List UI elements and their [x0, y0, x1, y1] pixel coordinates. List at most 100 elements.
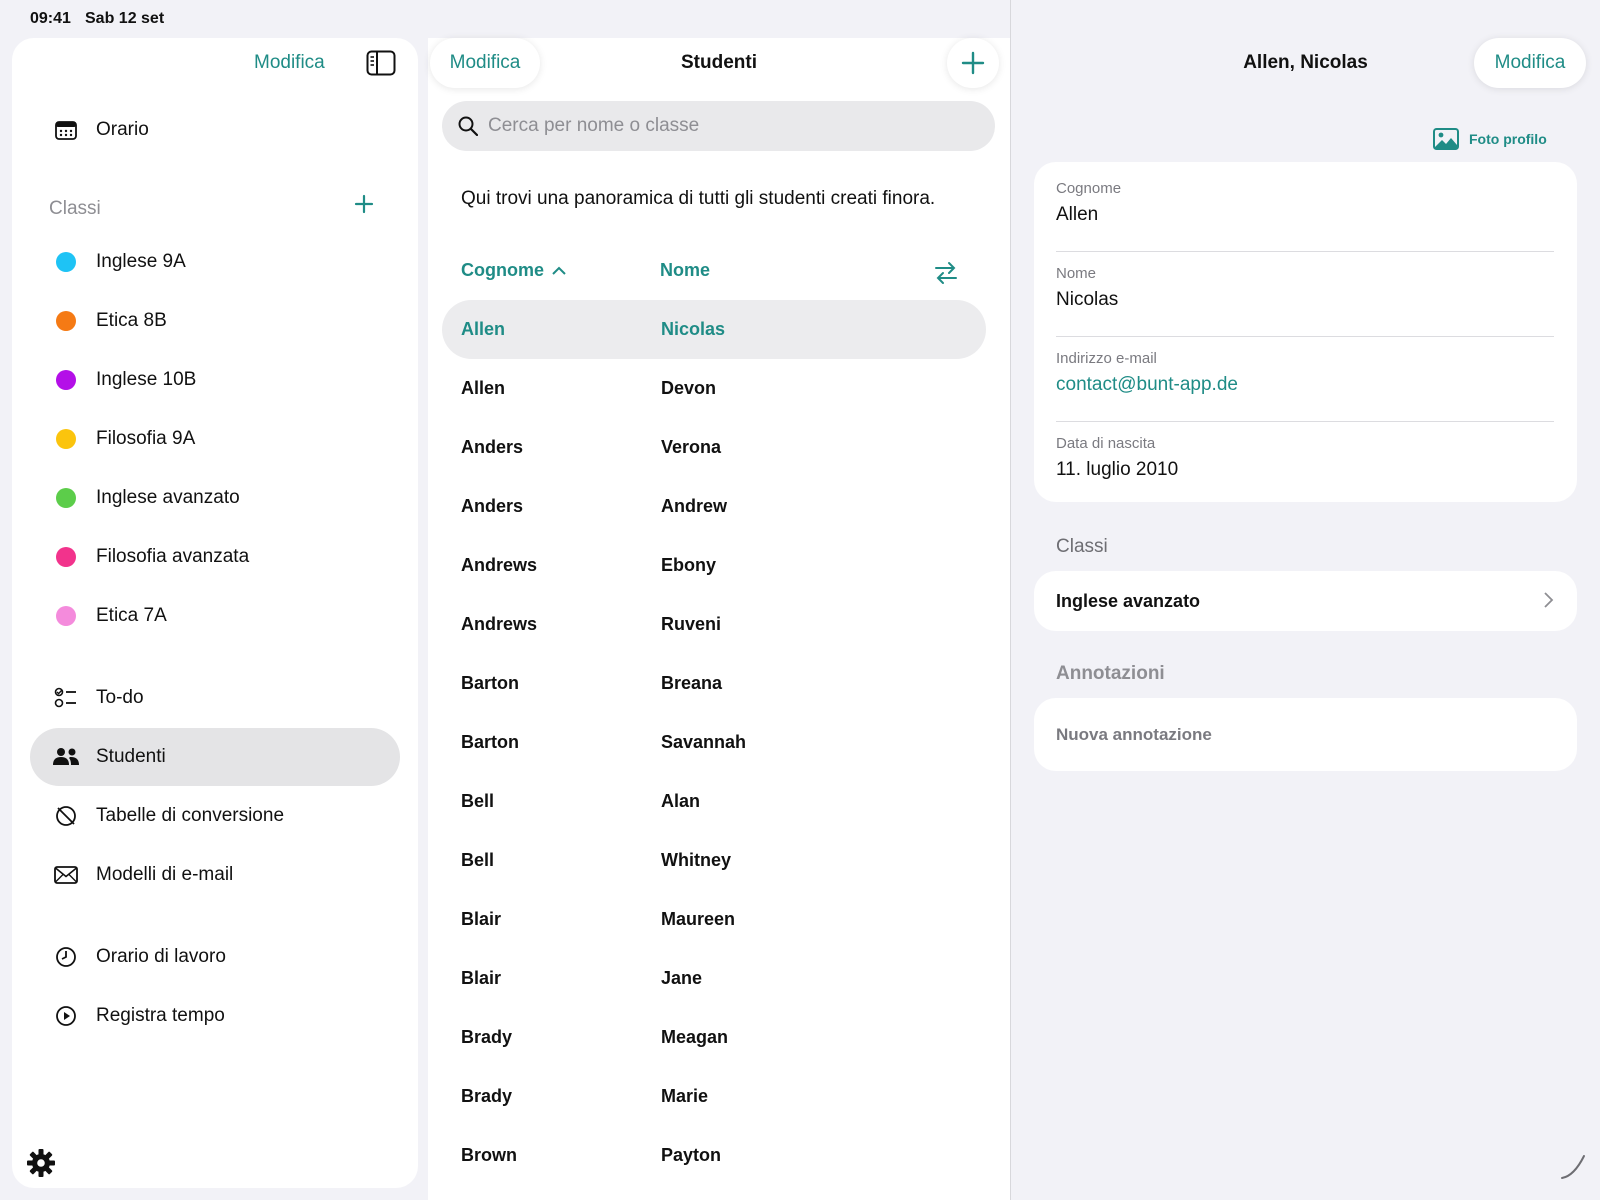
- student-lastname: Barton: [461, 673, 519, 693]
- field-value: Allen: [1056, 204, 1099, 225]
- add-class-plus-icon[interactable]: [352, 192, 376, 216]
- class-label: Etica 8B: [96, 310, 167, 331]
- student-info-card: Cognome Allen Nome Nicolas Indirizzo e-m…: [1034, 162, 1577, 502]
- lastname-field[interactable]: Cognome Allen: [1056, 180, 1554, 252]
- student-lastname: Allen: [461, 319, 506, 339]
- sidebar-class-item[interactable]: Etica 7A: [30, 587, 400, 645]
- student-lastname: Andrews: [461, 614, 538, 634]
- sort-lastname-header[interactable]: Cognome: [461, 260, 566, 281]
- sidebar-item-orario[interactable]: Orario: [30, 101, 400, 159]
- student-row[interactable]: Blair Jane: [442, 949, 986, 1008]
- sidebar: Modifica Orario Classi Inglese 9A Etica …: [12, 38, 418, 1188]
- sidebar-class-item[interactable]: Inglese 10B: [30, 351, 400, 409]
- student-row[interactable]: Barton Savannah: [442, 713, 986, 772]
- people-icon: [53, 748, 79, 765]
- new-note-input[interactable]: Nuova annotazione: [1034, 698, 1577, 771]
- sidebar-item-label: Modelli di e-mail: [96, 864, 234, 885]
- student-lastname: Anders: [461, 496, 524, 516]
- student-firstname: Nicolas: [661, 319, 726, 339]
- student-row[interactable]: Brady Marie: [442, 1067, 986, 1126]
- sidebar-item-orario-lavoro[interactable]: Orario di lavoro: [30, 928, 400, 986]
- sort-firstname-header[interactable]: Nome: [660, 260, 710, 281]
- email-link[interactable]: contact@bunt-app.de: [1056, 374, 1554, 396]
- sidebar-item-registra[interactable]: Registra tempo: [30, 987, 400, 1045]
- sidebar-item-label: Studenti: [96, 746, 166, 767]
- firstname-field[interactable]: Nome Nicolas: [1056, 265, 1554, 337]
- student-firstname: Alan: [661, 791, 701, 811]
- sidebar-item-modelli[interactable]: Modelli di e-mail: [30, 846, 400, 904]
- student-row[interactable]: Brady Meagan: [442, 1008, 986, 1067]
- column-header-label: Cognome: [461, 260, 544, 280]
- class-label: Etica 7A: [96, 605, 167, 626]
- photo-icon: [1433, 128, 1459, 150]
- student-row[interactable]: Barton Breana: [442, 654, 986, 713]
- sidebar-item-tabelle[interactable]: Tabelle di conversione: [30, 787, 400, 845]
- sidebar-class-item[interactable]: Filosofia avanzata: [30, 528, 400, 586]
- pencil-scribble-icon: [1561, 1155, 1585, 1179]
- student-row[interactable]: Bell Whitney: [442, 831, 986, 890]
- student-lastname: Andrews: [461, 555, 538, 575]
- class-color-dot-icon: [56, 370, 76, 390]
- detail-edit-button[interactable]: Modifica: [1474, 38, 1586, 88]
- student-row[interactable]: Bell Alan: [442, 772, 986, 831]
- student-row[interactable]: Blair Maureen: [442, 890, 986, 949]
- student-detail-panel: Allen, Nicolas Modifica Foto profilo Cog…: [1011, 0, 1600, 1200]
- class-link-row[interactable]: Inglese avanzato: [1034, 571, 1577, 631]
- student-firstname: Whitney: [661, 850, 731, 870]
- field-label: Cognome: [1056, 180, 1122, 197]
- class-link-label: Inglese avanzato: [1056, 591, 1201, 611]
- student-lastname: Bell: [461, 850, 495, 870]
- sidebar-class-item[interactable]: Filosofia 9A: [30, 410, 400, 468]
- search-icon: [458, 116, 478, 136]
- class-label: Filosofia 9A: [96, 428, 196, 449]
- student-firstname: Ebony: [661, 555, 717, 575]
- student-lastname: Anders: [461, 437, 524, 457]
- student-row[interactable]: Anders Verona: [442, 418, 986, 477]
- student-row[interactable]: Brown Payton: [442, 1126, 986, 1185]
- student-firstname: Ruveni: [661, 614, 722, 634]
- email-field[interactable]: Indirizzo e-mail contact@bunt-app.de: [1056, 350, 1554, 422]
- chevron-up-icon: [552, 266, 566, 275]
- no-percent-icon: [56, 806, 76, 826]
- student-row[interactable]: Allen Nicolas: [442, 300, 986, 359]
- add-student-button[interactable]: [947, 38, 999, 88]
- student-row[interactable]: Andrews Ruveni: [442, 595, 986, 654]
- student-firstname: Marie: [661, 1086, 709, 1106]
- sidebar-edit-button[interactable]: Modifica: [254, 52, 325, 74]
- sidebar-item-label: To-do: [96, 687, 144, 708]
- student-row[interactable]: Anders Andrew: [442, 477, 986, 536]
- divider: [1056, 336, 1554, 337]
- sidebar-item-label: Orario: [96, 119, 149, 140]
- class-color-dot-icon: [56, 311, 76, 331]
- notes-section-header: Annotazioni: [1056, 663, 1165, 684]
- status-time: 09:41: [30, 10, 71, 27]
- detail-edit-label: Modifica: [1494, 52, 1566, 73]
- search-input[interactable]: Cerca per nome o classe: [442, 101, 995, 151]
- settings-gear-icon[interactable]: [26, 1148, 56, 1178]
- student-row[interactable]: Allen Devon: [442, 359, 986, 418]
- envelope-icon: [54, 866, 78, 884]
- class-color-dot-icon: [56, 606, 76, 626]
- birthdate-field[interactable]: Data di nascita 11. luglio 2010: [1056, 435, 1554, 481]
- swap-arrows-icon[interactable]: [933, 260, 959, 286]
- sidebar-class-item[interactable]: Inglese avanzato: [30, 469, 400, 527]
- field-label: Indirizzo e-mail: [1056, 350, 1157, 367]
- student-firstname: Savannah: [661, 732, 747, 752]
- student-lastname: Bell: [461, 791, 495, 811]
- sidebar-class-item[interactable]: Inglese 9A: [30, 233, 400, 291]
- profile-photo-label: Foto profilo: [1469, 131, 1547, 147]
- sidebar-item-todo[interactable]: To-do: [30, 669, 400, 727]
- class-color-dot-icon: [56, 429, 76, 449]
- class-label: Inglese 10B: [96, 369, 197, 390]
- sidebar-toggle-icon[interactable]: [366, 50, 396, 76]
- class-color-dot-icon: [56, 488, 76, 508]
- profile-photo-button[interactable]: Foto profilo: [1433, 128, 1547, 150]
- sidebar-class-item[interactable]: Etica 8B: [30, 292, 400, 350]
- search-placeholder: Cerca per nome o classe: [488, 115, 700, 136]
- student-firstname: Meagan: [661, 1027, 729, 1047]
- sidebar-item-studenti[interactable]: Studenti: [30, 728, 400, 786]
- sidebar-item-label: Orario di lavoro: [96, 946, 226, 967]
- field-label: Data di nascita: [1056, 435, 1156, 452]
- student-row[interactable]: Andrews Ebony: [442, 536, 986, 595]
- field-label: Nome: [1056, 265, 1097, 282]
